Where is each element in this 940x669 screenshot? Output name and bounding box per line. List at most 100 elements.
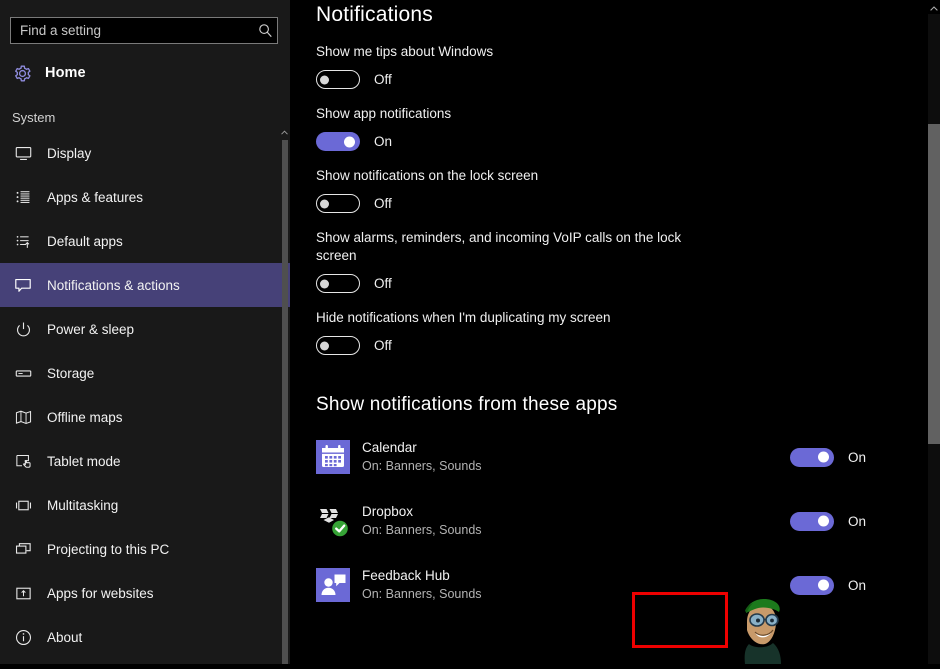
app-toggle-wrap: On (790, 448, 940, 467)
power-icon (12, 318, 34, 340)
scroll-up-icon[interactable] (928, 2, 940, 14)
toggle-knob (344, 136, 355, 147)
sidebar-scrollbar[interactable] (280, 126, 289, 664)
calendar-app-icon (316, 440, 350, 474)
toggle-knob (818, 452, 829, 463)
app-row-feedback-hub: Feedback Hub On: Banners, Sounds On (316, 562, 940, 608)
sidebar-item-label: Power & sleep (47, 322, 134, 337)
sidebar-scroll-thumb[interactable] (282, 140, 288, 664)
sidebar-item-label: Multitasking (47, 498, 118, 513)
toggle-lock-screen-notifications[interactable] (316, 194, 360, 213)
toggle-show-app-notifications[interactable] (316, 132, 360, 151)
toggle-state-label: Off (374, 72, 392, 87)
mascot-illustration (733, 592, 787, 664)
gear-icon (11, 62, 33, 84)
sidebar-item-offline-maps[interactable]: Offline maps (0, 395, 290, 439)
sidebar-item-notifications-actions[interactable]: Notifications & actions (0, 263, 290, 307)
app-row-dropbox: Dropbox On: Banners, Sounds On (316, 498, 940, 544)
sidebar-item-label: Notifications & actions (47, 278, 180, 293)
app-text: Calendar On: Banners, Sounds (362, 439, 780, 475)
app-toggle-wrap: On (790, 512, 940, 531)
toggle-row: Off (316, 274, 940, 293)
sidebar-item-label: Apps for websites (47, 586, 154, 601)
dropbox-app-icon (316, 504, 350, 538)
sidebar-item-label: Display (47, 146, 91, 161)
setting-hide-when-duplicating: Hide notifications when I'm duplicating … (316, 309, 940, 355)
search-icon[interactable] (253, 18, 277, 43)
sidebar-item-apps-features[interactable]: Apps & features (0, 175, 290, 219)
sidebar: Home System Display (0, 0, 290, 664)
app-text: Dropbox On: Banners, Sounds (362, 503, 780, 539)
multitasking-icon (12, 494, 34, 516)
toggle-knob (818, 516, 829, 527)
app-name: Calendar (362, 440, 417, 455)
sidebar-item-label: Projecting to this PC (47, 542, 169, 557)
app-status-detail: On: Banners, Sounds (362, 587, 482, 601)
toggle-alarms-voip[interactable] (316, 274, 360, 293)
toggle-app-dropbox[interactable] (790, 512, 834, 531)
app-status-detail: On: Banners, Sounds (362, 459, 482, 473)
search-input[interactable] (11, 18, 253, 43)
app-name: Feedback Hub (362, 568, 450, 583)
toggle-show-tips[interactable] (316, 70, 360, 89)
tablet-hand-icon (12, 450, 34, 472)
projecting-icon (12, 538, 34, 560)
toggle-state-label: On (848, 514, 866, 529)
sidebar-item-about[interactable]: About (0, 615, 290, 659)
sidebar-item-default-apps[interactable]: Default apps (0, 219, 290, 263)
sidebar-item-power-sleep[interactable]: Power & sleep (0, 307, 290, 351)
sidebar-item-tablet-mode[interactable]: Tablet mode (0, 439, 290, 483)
sidebar-item-multitasking[interactable]: Multitasking (0, 483, 290, 527)
app-text: Feedback Hub On: Banners, Sounds (362, 567, 780, 603)
sidebar-item-storage[interactable]: Storage (0, 351, 290, 395)
sidebar-item-label: About (47, 630, 82, 645)
setting-show-tips: Show me tips about Windows Off (316, 43, 940, 89)
toggle-knob (818, 580, 829, 591)
sidebar-item-display[interactable]: Display (0, 131, 290, 175)
sidebar-nav-list: Display Apps & featu (0, 131, 290, 659)
app-row-calendar: Calendar On: Banners, Sounds On (316, 434, 940, 480)
main-scrollbar[interactable] (928, 0, 940, 664)
settings-window: Home System Display (0, 0, 940, 664)
sidebar-item-label: Storage (47, 366, 94, 381)
setting-label: Show alarms, reminders, and incoming VoI… (316, 229, 696, 265)
app-status-detail: On: Banners, Sounds (362, 523, 482, 537)
app-name: Dropbox (362, 504, 413, 519)
page-title: Notifications (316, 3, 940, 27)
toggle-state-label: Off (374, 276, 392, 291)
setting-label: Hide notifications when I'm duplicating … (316, 309, 696, 327)
apps-websites-icon (12, 582, 34, 604)
toggle-state-label: Off (374, 338, 392, 353)
sidebar-item-label: Tablet mode (47, 454, 121, 469)
sidebar-item-projecting-to-this-pc[interactable]: Projecting to this PC (0, 527, 290, 571)
toggle-hide-when-duplicating[interactable] (316, 336, 360, 355)
toggle-state-label: On (374, 134, 392, 149)
setting-label: Show app notifications (316, 105, 696, 123)
main-scroll-track[interactable] (928, 14, 940, 664)
main-scroll-thumb[interactable] (928, 124, 940, 444)
toggle-state-label: On (848, 578, 866, 593)
setting-label: Show me tips about Windows (316, 43, 696, 61)
toggle-state-label: On (848, 450, 866, 465)
toggle-knob (320, 199, 329, 208)
setting-label: Show notifications on the lock screen (316, 167, 696, 185)
info-icon (12, 626, 34, 648)
app-toggle-wrap: On (790, 576, 940, 595)
toggle-row: Off (316, 336, 940, 355)
toggle-row: Off (316, 70, 940, 89)
sidebar-item-apps-for-websites[interactable]: Apps for websites (0, 571, 290, 615)
setting-alarms-voip: Show alarms, reminders, and incoming VoI… (316, 229, 940, 293)
toggle-app-calendar[interactable] (790, 448, 834, 467)
toggle-row: Off (316, 194, 940, 213)
setting-show-app-notifications: Show app notifications On (316, 105, 940, 151)
search-box[interactable] (10, 17, 278, 44)
storage-icon (12, 362, 34, 384)
scroll-up-icon[interactable] (280, 126, 289, 138)
feedback-hub-app-icon (316, 568, 350, 602)
setting-lock-screen-notifications: Show notifications on the lock screen Of… (316, 167, 940, 213)
sidebar-item-label: Offline maps (47, 410, 123, 425)
speech-bubble-icon (12, 274, 34, 296)
toggle-app-feedback-hub[interactable] (790, 576, 834, 595)
sidebar-section-title: System (0, 110, 290, 125)
sidebar-item-home[interactable]: Home (0, 58, 290, 88)
